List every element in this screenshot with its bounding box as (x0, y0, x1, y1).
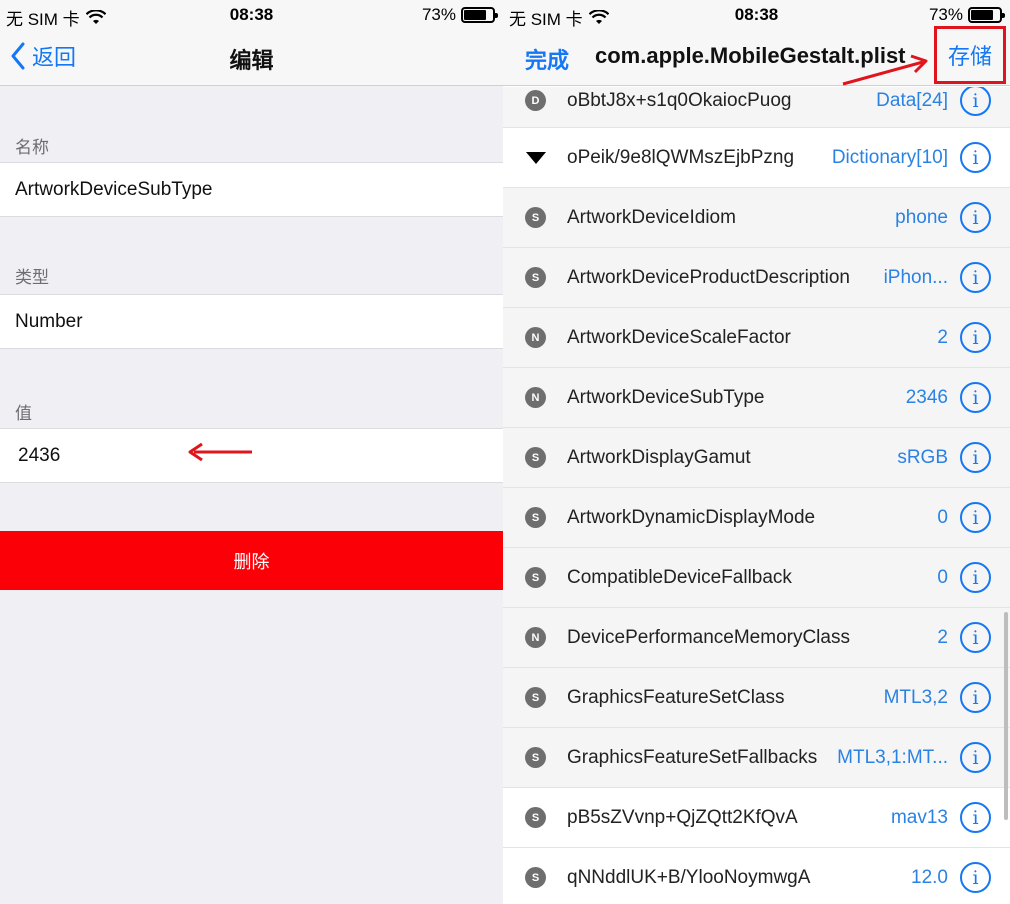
list-item[interactable]: S GraphicsFeatureSetFallbacks MTL3,1:MT...… (503, 728, 1010, 788)
battery-group: 73% (421, 5, 498, 25)
info-circle-icon[interactable]: i (960, 742, 991, 773)
name-field-value: ArtworkDeviceSubType (15, 178, 213, 200)
type-field[interactable]: Number (0, 294, 503, 349)
save-button[interactable]: 存储 (934, 26, 1006, 84)
list-item[interactable]: SqNNddlUK+B/YlooNoymwgA 12.0 i (503, 848, 1010, 904)
info-circle-icon[interactable]: i (960, 382, 991, 413)
row-key: oPeik/9e8lQWMszEjbPzng (567, 146, 795, 168)
row-key: ArtworkDynamicDisplayMode (567, 506, 816, 528)
row-key: GraphicsFeatureSetFallbacks (567, 746, 818, 768)
info-circle-icon[interactable]: i (960, 802, 991, 833)
row-value: Dictionary[10] (831, 146, 948, 168)
info-circle-icon[interactable]: i (960, 202, 991, 233)
row-value: mav13 (890, 806, 948, 828)
type-badge-icon: S (525, 447, 546, 468)
battery-percent: 73% (421, 5, 456, 24)
row-value: iPhon... (883, 266, 948, 288)
row-key: pB5sZVvnp+QjZQtt2KfQvA (567, 806, 798, 828)
delete-button[interactable]: 删除 (0, 531, 503, 590)
name-section-label: 名称 (15, 138, 49, 157)
info-circle-icon[interactable]: i (960, 142, 991, 173)
type-badge-icon: N (525, 387, 546, 408)
row-value: MTL3,1:MT... (837, 746, 948, 768)
scrollbar[interactable] (1004, 612, 1008, 820)
info-circle-icon[interactable]: i (960, 87, 991, 116)
row-value: 12.0 (911, 866, 948, 888)
type-badge-icon: S (525, 687, 546, 708)
status-bar: 无 SIM 卡 08:38 73% (0, 0, 503, 30)
row-value: 2346 (905, 386, 948, 408)
row-value: 2 (937, 626, 948, 648)
row-value: MTL3,2 (883, 686, 948, 708)
type-badge-icon: S (525, 267, 546, 288)
row-key: CompatibleDeviceFallback (567, 566, 792, 588)
list-item[interactable]: S ArtworkDeviceIdiom phone i (503, 188, 1010, 248)
plist-list[interactable]: DoBbtJ8x+s1q0OkaiocPuog Data[24] i oPeik/9e… (503, 87, 1010, 904)
row-key: ArtworkDeviceProductDescription (567, 266, 850, 288)
type-section-label: 类型 (15, 268, 49, 287)
info-circle-icon[interactable]: i (960, 322, 991, 353)
edit-screen: 无 SIM 卡 08:38 73% 返回 编辑 名称 ArtworkDevice… (0, 0, 503, 904)
row-value: sRGB (897, 446, 948, 468)
row-key: DevicePerformanceMemoryClass (567, 626, 850, 648)
page-title: 编辑 (229, 48, 274, 73)
type-badge-icon: N (525, 327, 546, 348)
row-key: ArtworkDeviceIdiom (567, 206, 736, 228)
row-key: qNNddlUK+B/YlooNoymwgA (567, 866, 811, 888)
info-circle-icon[interactable]: i (960, 262, 991, 293)
list-item[interactable]: oPeik/9e8lQWMszEjbPzng Dictionary[10] i (503, 128, 1010, 188)
save-label: 存储 (947, 44, 992, 69)
list-item[interactable]: S ArtworkDeviceProductDescription iPhon...… (503, 248, 1010, 308)
type-badge-icon: S (525, 507, 546, 528)
battery-icon (461, 7, 498, 23)
disclosure-triangle-icon[interactable] (526, 151, 546, 164)
row-key: ArtworkDeviceScaleFactor (567, 326, 791, 348)
list-item[interactable]: S CompatibleDeviceFallback 0 i (503, 548, 1010, 608)
info-circle-icon[interactable]: i (960, 442, 991, 473)
row-value: 0 (937, 566, 948, 588)
list-item[interactable]: DoBbtJ8x+s1q0OkaiocPuog Data[24] i (503, 87, 1010, 128)
list-item[interactable]: SpB5sZVvnp+QjZQtt2KfQvA mav13 i (503, 788, 1010, 848)
row-value: 2 (937, 326, 948, 348)
row-key: ArtworkDisplayGamut (567, 446, 751, 468)
list-item[interactable]: N DevicePerformanceMemoryClass 2 i (503, 608, 1010, 668)
type-badge-icon: S (525, 867, 546, 888)
info-circle-icon[interactable]: i (960, 682, 991, 713)
battery-icon (968, 7, 1005, 23)
name-field[interactable]: ArtworkDeviceSubType (0, 162, 503, 217)
row-key: ArtworkDeviceSubType (567, 386, 765, 408)
nav-bar: 完成 com.apple.MobileGestalt.plist 存储 (503, 26, 1010, 86)
row-value: phone (895, 206, 948, 228)
list-item[interactable]: S ArtworkDisplayGamut sRGB i (503, 428, 1010, 488)
info-circle-icon[interactable]: i (960, 862, 991, 893)
info-circle-icon[interactable]: i (960, 562, 991, 593)
row-key: GraphicsFeatureSetClass (567, 686, 785, 708)
list-item[interactable]: N ArtworkDeviceScaleFactor 2 i (503, 308, 1010, 368)
type-badge-icon: N (525, 627, 546, 648)
type-badge-icon: D (525, 90, 546, 111)
row-value: 0 (937, 506, 948, 528)
battery-percent: 73% (928, 5, 963, 24)
type-badge-icon: S (525, 747, 546, 768)
value-field-value: 2436 (18, 444, 61, 466)
list-item[interactable]: S ArtworkDynamicDisplayMode 0 i (503, 488, 1010, 548)
value-field[interactable]: 2436 (0, 428, 503, 483)
row-key: oBbtJ8x+s1q0OkaiocPuog (567, 90, 792, 111)
info-circle-icon[interactable]: i (960, 502, 991, 533)
type-badge-icon: S (525, 207, 546, 228)
done-button[interactable]: 完成 (525, 43, 569, 75)
list-item[interactable]: N ArtworkDeviceSubType 2346 i (503, 368, 1010, 428)
plist-screen: 无 SIM 卡 08:38 73% DoBbtJ8x+s1q0OkaiocPuo… (503, 0, 1010, 904)
value-section-label: 值 (15, 404, 32, 423)
type-badge-icon: S (525, 807, 546, 828)
page-title: com.apple.MobileGestalt.plist (595, 43, 906, 68)
row-value: Data[24] (876, 90, 948, 111)
type-field-value: Number (15, 310, 83, 332)
type-badge-icon: S (525, 567, 546, 588)
battery-group: 73% (928, 5, 1005, 25)
nav-bar: 返回 编辑 (0, 30, 503, 86)
list-item[interactable]: S GraphicsFeatureSetClass MTL3,2 i (503, 668, 1010, 728)
info-circle-icon[interactable]: i (960, 622, 991, 653)
